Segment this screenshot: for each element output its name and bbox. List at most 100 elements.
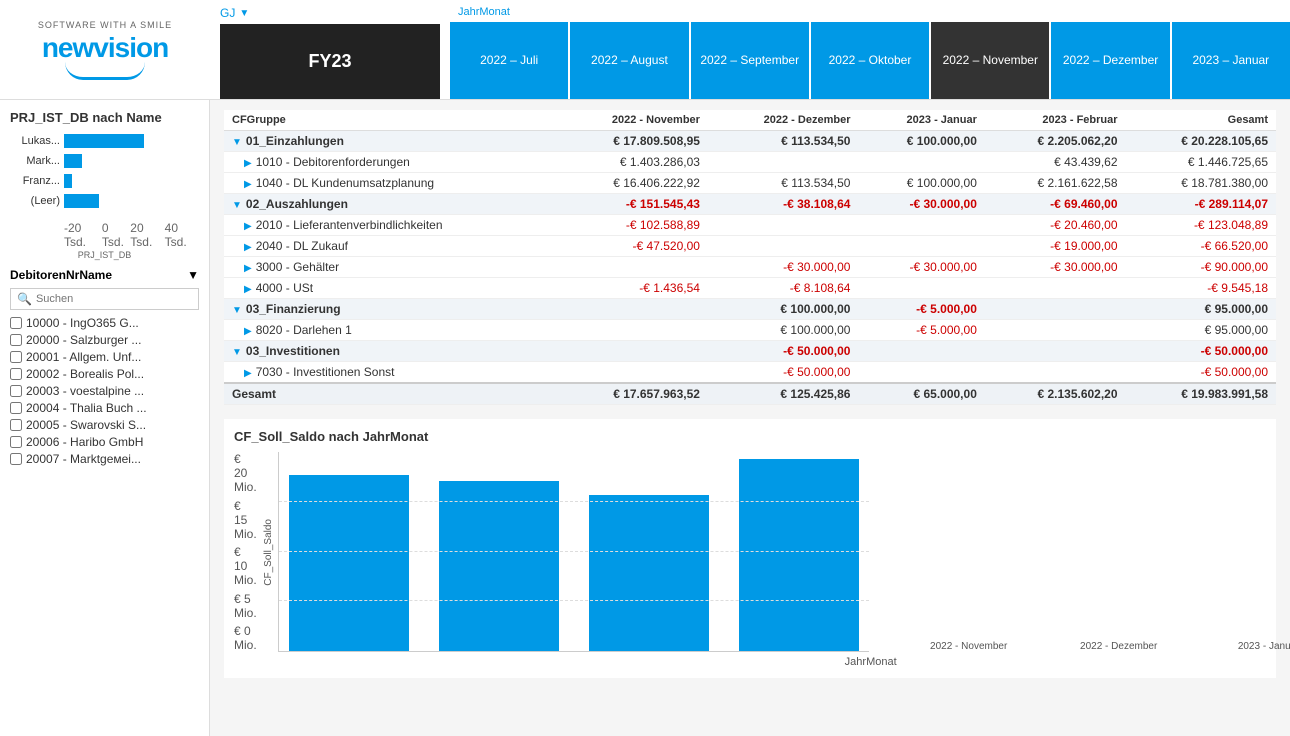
table-row: ▼01_Einzahlungen€ 17.809.508,95€ 113.534… xyxy=(224,131,1276,152)
value-cell-2 xyxy=(858,215,984,236)
cf-gruppe-cell: ▼01_Einzahlungen xyxy=(224,131,556,152)
search-input[interactable] xyxy=(36,293,192,305)
month-btn-2022-september[interactable]: 2022 – September xyxy=(691,22,809,99)
checkbox[interactable] xyxy=(10,351,22,363)
value-cell-4: -€ 9.545,18 xyxy=(1126,278,1276,299)
gj-dropdown[interactable]: FY23 xyxy=(220,24,440,99)
value-cell-4: -€ 50.000,00 xyxy=(1126,362,1276,384)
checkbox[interactable] xyxy=(10,436,22,448)
list-item[interactable]: 20007 - Marktgемei... xyxy=(10,452,199,466)
item-label: 20000 - Salzburger ... xyxy=(26,333,141,347)
chart-bar-fill xyxy=(739,459,859,651)
months-container: JahrMonat 2022 – Juli2022 – August2022 –… xyxy=(450,0,1290,99)
sidebar-bar-chart: Lukas... Mark... Franz... (Leer) xyxy=(10,133,199,209)
x-tick-label: 2022 - Dezember xyxy=(1059,641,1179,652)
value-cell-0: € 1.403.286,03 xyxy=(556,152,708,173)
filter-area: GJ ▼ FY23 JahrMonat 2022 – Juli2022 – Au… xyxy=(210,0,1290,99)
value-cell-2: -€ 5.000,00 xyxy=(858,299,984,320)
logo-smile-icon xyxy=(65,62,145,80)
col-header-1: 2022 - November xyxy=(556,110,708,131)
list-item[interactable]: 20000 - Salzburger ... xyxy=(10,333,199,347)
search-box[interactable]: 🔍 xyxy=(10,288,199,310)
y-axis-tick: € 15 Mio. xyxy=(234,499,257,541)
bar-label: (Leer) xyxy=(10,195,60,207)
cf-gruppe-cell: ▶7030 - Investitionen Sonst xyxy=(224,362,556,384)
expand-icon[interactable]: ▶ xyxy=(244,368,252,379)
expand-icon[interactable]: ▼ xyxy=(232,200,242,211)
value-cell-1: -€ 8.108,64 xyxy=(708,278,859,299)
chevron-down-icon[interactable]: ▼ xyxy=(187,268,199,282)
list-item[interactable]: 20001 - Allgem. Unf... xyxy=(10,350,199,364)
expand-icon[interactable]: ▼ xyxy=(232,137,242,148)
month-btn-2022-oktober[interactable]: 2022 – Oktober xyxy=(811,22,929,99)
checkbox[interactable] xyxy=(10,402,22,414)
value-cell-4: -€ 50.000,00 xyxy=(1126,341,1276,362)
value-cell-0 xyxy=(556,341,708,362)
chart-bar-group xyxy=(589,452,709,651)
col-header-4: 2023 - Februar xyxy=(985,110,1126,131)
list-item[interactable]: 20004 - Thalia Buch ... xyxy=(10,401,199,415)
month-btn-2022-dezember[interactable]: 2022 – Dezember xyxy=(1051,22,1169,99)
value-cell-1: € 113.534,50 xyxy=(708,173,859,194)
value-cell-2: -€ 5.000,00 xyxy=(858,320,984,341)
table-section: CFGruppe2022 - November2022 - Dezember20… xyxy=(224,110,1276,405)
expand-icon[interactable]: ▶ xyxy=(244,179,252,190)
list-item[interactable]: 20005 - Swarovski S... xyxy=(10,418,199,432)
logo-wrapper: SOFTWARE WITH A SMILE newvision xyxy=(38,20,172,80)
cf-gruppe-cell: ▶2040 - DL Zukauf xyxy=(224,236,556,257)
gj-label: GJ ▼ xyxy=(220,0,440,24)
value-cell-1: € 100.000,00 xyxy=(708,299,859,320)
checkbox[interactable] xyxy=(10,453,22,465)
list-item[interactable]: 10000 - IngO365 G... xyxy=(10,316,199,330)
value-cell-2: € 100.000,00 xyxy=(858,131,984,152)
bar-label: Mark... xyxy=(10,155,60,167)
value-cell-3: -€ 69.460,00 xyxy=(985,194,1126,215)
search-icon: 🔍 xyxy=(17,292,32,306)
expand-icon[interactable]: ▼ xyxy=(232,305,242,316)
expand-icon[interactable]: ▼ xyxy=(232,347,242,358)
month-btn-2022-november[interactable]: 2022 – November xyxy=(931,22,1049,99)
value-cell-3 xyxy=(985,341,1126,362)
table-row: ▶2040 - DL Zukauf-€ 47.520,00-€ 19.000,0… xyxy=(224,236,1276,257)
cf-gruppe-cell: ▶2010 - Lieferantenverbindlichkeiten xyxy=(224,215,556,236)
value-cell-2 xyxy=(858,341,984,362)
item-label: 20003 - voestalpine ... xyxy=(26,384,144,398)
expand-icon[interactable]: ▶ xyxy=(244,263,252,274)
month-btn-2023-januar[interactable]: 2023 – Januar xyxy=(1172,22,1290,99)
month-btn-2022-juli[interactable]: 2022 – Juli xyxy=(450,22,568,99)
chart-bar-group xyxy=(289,452,409,651)
logo-name: newvision xyxy=(42,32,168,64)
value-cell-0 xyxy=(556,257,708,278)
gj-section: GJ ▼ FY23 xyxy=(210,0,450,99)
cf-gruppe-cell: ▶1010 - Debitorenforderungen xyxy=(224,152,556,173)
checkbox-list: 10000 - IngO365 G... 20000 - Salzburger .… xyxy=(10,316,199,466)
table-row: ▶8020 - Darlehen 1€ 100.000,00-€ 5.000,0… xyxy=(224,320,1276,341)
value-cell-3 xyxy=(985,299,1126,320)
col-header-5: Gesamt xyxy=(1126,110,1276,131)
checkbox[interactable] xyxy=(10,334,22,346)
expand-icon[interactable]: ▶ xyxy=(244,242,252,253)
logo-area: SOFTWARE WITH A SMILE newvision xyxy=(0,0,210,99)
chart-wrapper: € 20 Mio.€ 15 Mio.€ 10 Mio.€ 5 Mio.€ 0 M… xyxy=(234,452,1266,668)
checkbox[interactable] xyxy=(10,385,22,397)
value-cell-4: -€ 66.520,00 xyxy=(1126,236,1276,257)
expand-icon[interactable]: ▶ xyxy=(244,326,252,337)
checkbox[interactable] xyxy=(10,368,22,380)
list-item[interactable]: 20003 - voestalpine ... xyxy=(10,384,199,398)
value-cell-3: -€ 19.000,00 xyxy=(985,236,1126,257)
col-header-3: 2023 - Januar xyxy=(858,110,984,131)
value-cell-3: € 2.205.062,20 xyxy=(985,131,1126,152)
list-item[interactable]: 20006 - Haribo GmbH xyxy=(10,435,199,449)
expand-icon[interactable]: ▶ xyxy=(244,158,252,169)
checkbox[interactable] xyxy=(10,419,22,431)
cf-gruppe-cell: ▶8020 - Darlehen 1 xyxy=(224,320,556,341)
expand-icon[interactable]: ▶ xyxy=(244,284,252,295)
list-item[interactable]: 20002 - Borealis Pol... xyxy=(10,367,199,381)
expand-icon[interactable]: ▶ xyxy=(244,221,252,232)
item-label: 20002 - Borealis Pol... xyxy=(26,367,144,381)
value-cell-4: € 95.000,00 xyxy=(1126,299,1276,320)
value-cell-4: -€ 289.114,07 xyxy=(1126,194,1276,215)
cf-gruppe-cell: ▼03_Finanzierung xyxy=(224,299,556,320)
checkbox[interactable] xyxy=(10,317,22,329)
month-btn-2022-august[interactable]: 2022 – August xyxy=(570,22,688,99)
